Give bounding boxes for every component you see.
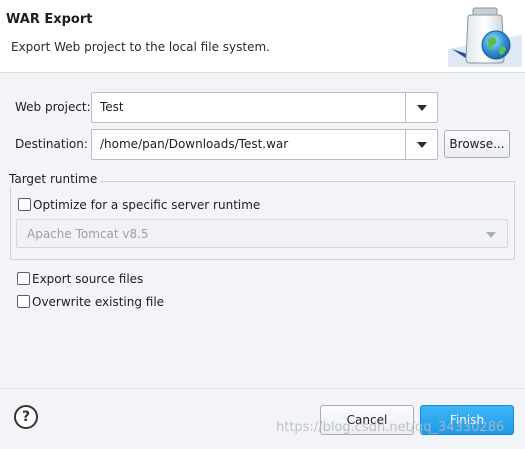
overwrite-label[interactable]: Overwrite existing file xyxy=(32,295,164,309)
destination-dropdown-button[interactable] xyxy=(405,130,437,159)
server-runtime-value: Apache Tomcat v8.5 xyxy=(27,227,149,241)
chevron-down-icon xyxy=(417,142,427,148)
web-project-value: Test xyxy=(100,100,124,114)
dialog-message: Export Web project to the local file sys… xyxy=(11,40,270,54)
optimize-runtime-label[interactable]: Optimize for a specific server runtime xyxy=(33,198,260,212)
web-project-combo[interactable]: Test xyxy=(91,92,438,123)
destination-combo[interactable]: /home/pan/Downloads/Test.war xyxy=(91,129,438,160)
war-export-jar-globe-icon xyxy=(448,7,522,67)
overwrite-checkbox[interactable] xyxy=(17,295,30,308)
export-source-label[interactable]: Export source files xyxy=(32,272,143,286)
footer-separator xyxy=(0,388,525,389)
server-runtime-combo: Apache Tomcat v8.5 xyxy=(16,219,508,248)
watermark: https://blog.csdn.net/qq_34330286 xyxy=(276,420,505,435)
browse-button[interactable]: Browse... xyxy=(444,130,510,158)
destination-label: Destination: xyxy=(15,137,88,151)
chevron-down-icon xyxy=(486,232,496,238)
web-project-dropdown-button[interactable] xyxy=(405,93,437,122)
dialog-banner: WAR Export Export Web project to the loc… xyxy=(0,0,525,73)
optimize-runtime-checkbox[interactable] xyxy=(18,198,31,211)
dialog-title: WAR Export xyxy=(6,12,93,27)
help-icon[interactable]: ? xyxy=(14,405,38,429)
destination-value: /home/pan/Downloads/Test.war xyxy=(100,137,289,151)
chevron-down-icon xyxy=(417,105,427,111)
export-source-checkbox[interactable] xyxy=(17,272,30,285)
web-project-label: Web project: xyxy=(15,100,91,114)
target-runtime-title: Target runtime xyxy=(8,172,101,186)
